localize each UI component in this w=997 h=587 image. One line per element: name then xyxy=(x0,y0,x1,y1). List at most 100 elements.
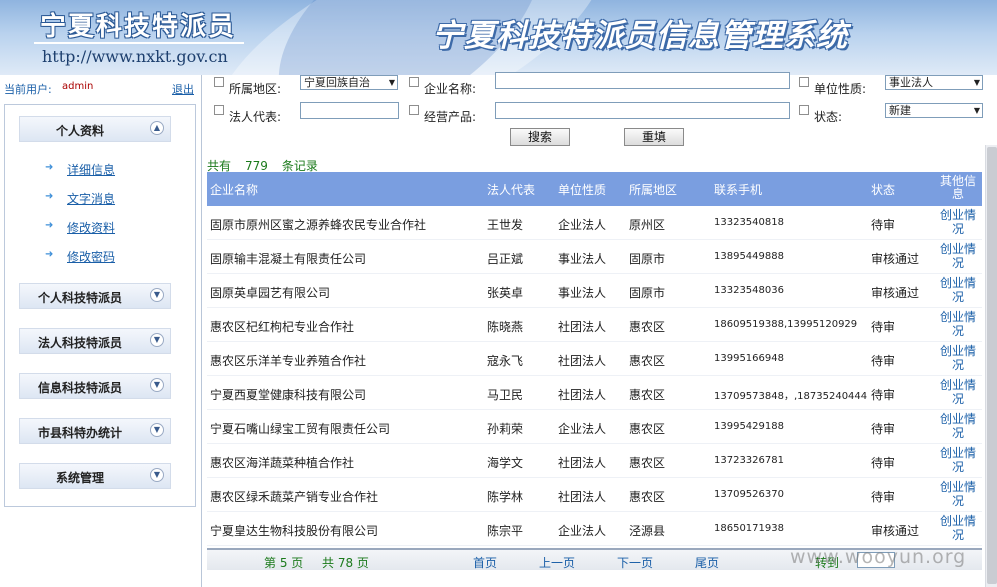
dropdown-arrow-icon: ▼ xyxy=(388,78,395,87)
chevron-up-icon[interactable]: ▲ xyxy=(150,121,164,135)
cell-region: 惠农区 xyxy=(629,388,666,402)
legal-rep-checkbox[interactable] xyxy=(214,105,224,115)
company-checkbox[interactable] xyxy=(409,77,419,87)
status-checkbox[interactable] xyxy=(799,105,809,115)
vertical-scrollbar[interactable] xyxy=(985,145,997,587)
region-select[interactable]: 宁夏回族自治 ▼ xyxy=(300,75,398,90)
cell-unit-type: 社团法人 xyxy=(558,320,607,334)
cell-status: 审核通过 xyxy=(871,286,920,300)
col-region: 所属地区 xyxy=(629,183,678,197)
region-checkbox[interactable] xyxy=(214,77,224,87)
cell-region: 固原市 xyxy=(629,252,666,266)
cell-other-info-link[interactable]: 创业情况 xyxy=(938,412,978,440)
unit-type-select[interactable]: 事业法人 ▼ xyxy=(885,75,983,90)
cell-other-info-link[interactable]: 创业情况 xyxy=(938,480,978,508)
sidebar-section-label: 信息科技特派员 xyxy=(37,381,122,395)
cell-region: 惠农区 xyxy=(629,320,666,334)
cell-other-info-link[interactable]: 创业情况 xyxy=(938,344,978,372)
status-select[interactable]: 新建 ▼ xyxy=(885,103,983,118)
chevron-down-icon[interactable]: ▼ xyxy=(150,333,164,347)
cell-legal-rep: 陈学林 xyxy=(487,490,524,504)
main-panel: 所属地区: 宁夏回族自治 ▼ 企业名称: 单位性质: 事业法人 ▼ 法人代表: 经营… xyxy=(201,72,997,587)
cell-legal-rep: 王世发 xyxy=(487,218,524,232)
product-label: 经营产品: xyxy=(424,110,477,124)
cell-region: 惠农区 xyxy=(629,422,666,436)
chevron-down-icon[interactable]: ▼ xyxy=(150,378,164,392)
sidebar-item-label[interactable]: 详细信息 xyxy=(67,161,115,178)
sidebar-item-label[interactable]: 修改密码 xyxy=(67,248,115,265)
cell-mobile: 18609519388,13995120929 xyxy=(714,319,858,330)
chevron-down-icon[interactable]: ▼ xyxy=(150,423,164,437)
cell-status: 待审 xyxy=(871,422,896,436)
current-page: 第 5 页 xyxy=(264,556,304,570)
cell-legal-rep: 海学文 xyxy=(487,456,524,470)
sidebar-section-label: 个人科技特派员 xyxy=(37,291,122,305)
record-count: 779 xyxy=(245,159,268,173)
cell-status: 审核通过 xyxy=(871,252,920,266)
col-other-info: 其他信息 xyxy=(939,174,976,201)
cell-legal-rep: 吕正斌 xyxy=(487,252,524,266)
table-row: 惠农区乐洋羊专业养殖合作社 寇永飞 社团法人 惠农区 13995166948 待审 创业情况 xyxy=(207,342,982,376)
cell-company-name: 宁夏西夏堂健康科技有限公司 xyxy=(210,388,367,402)
unit-type-checkbox[interactable] xyxy=(799,77,809,87)
sidebar-section-legal-envoy[interactable]: 法人科技特派员 ▼ xyxy=(19,328,171,354)
scrollbar-thumb[interactable] xyxy=(987,147,997,584)
cell-mobile: 13709573848，,18735240444 xyxy=(714,391,868,402)
sidebar-section-label: 法人科技特派员 xyxy=(37,336,122,350)
sidebar-section-city-stats[interactable]: 市县科特办统计 ▼ xyxy=(19,418,171,444)
cell-unit-type: 社团法人 xyxy=(558,456,607,470)
cell-other-info-link[interactable]: 创业情况 xyxy=(938,378,978,406)
col-status: 状态 xyxy=(871,183,896,197)
search-button[interactable]: 搜索 xyxy=(510,128,570,146)
cell-company-name: 固原输丰混凝土有限责任公司 xyxy=(210,252,367,266)
cell-status: 待审 xyxy=(871,354,896,368)
sidebar-section-system-admin[interactable]: 系统管理 ▼ xyxy=(19,463,171,489)
last-page-link[interactable]: 尾页 xyxy=(695,554,719,571)
cell-unit-type: 企业法人 xyxy=(558,422,607,436)
sidebar-section-profile[interactable]: 个人资料 ▲ xyxy=(19,116,171,142)
cell-mobile: 13995429188 xyxy=(714,421,784,432)
company-input[interactable] xyxy=(495,72,790,89)
logout-link[interactable]: 退出 xyxy=(172,81,194,97)
cell-status: 待审 xyxy=(871,456,896,470)
next-page-link[interactable]: 下一页 xyxy=(617,554,653,571)
legal-rep-label: 法人代表: xyxy=(229,110,282,124)
cell-unit-type: 社团法人 xyxy=(558,388,607,402)
cell-other-info-link[interactable]: 创业情况 xyxy=(938,514,978,542)
sidebar-item-label[interactable]: 修改资料 xyxy=(67,219,115,236)
reset-button[interactable]: 重填 xyxy=(624,128,684,146)
prev-page-link[interactable]: 上一页 xyxy=(539,554,575,571)
col-unit-type: 单位性质 xyxy=(558,183,607,197)
cell-other-info-link[interactable]: 创业情况 xyxy=(938,310,978,338)
cell-region: 原州区 xyxy=(629,218,666,232)
watermark: www.wooyun.org xyxy=(790,546,967,568)
cell-mobile: 13895449888 xyxy=(714,251,784,262)
sidebar-section-label: 系统管理 xyxy=(55,471,104,485)
col-legal-rep: 法人代表 xyxy=(487,183,536,197)
cell-company-name: 惠农区海洋蔬菜种植合作社 xyxy=(210,456,355,470)
cell-mobile: 13709526370 xyxy=(714,489,784,500)
sidebar-section-personal-envoy[interactable]: 个人科技特派员 ▼ xyxy=(19,283,171,309)
unit-type-label: 单位性质: xyxy=(814,82,867,96)
cell-company-name: 固原市原州区蜜之源养蜂农民专业合作社 xyxy=(210,218,427,232)
cell-other-info-link[interactable]: 创业情况 xyxy=(938,446,978,474)
product-checkbox[interactable] xyxy=(409,105,419,115)
sidebar-item-label[interactable]: 文字消息 xyxy=(67,190,115,207)
cell-other-info-link[interactable]: 创业情况 xyxy=(938,276,978,304)
product-input[interactable] xyxy=(495,102,790,119)
legal-rep-input[interactable] xyxy=(300,102,399,119)
sidebar-section-info-envoy[interactable]: 信息科技特派员 ▼ xyxy=(19,373,171,399)
cell-other-info-link[interactable]: 创业情况 xyxy=(938,242,978,270)
first-page-link[interactable]: 首页 xyxy=(473,554,497,571)
sidebar: 个人资料 ▲ ➜ 详细信息 ➜ 文字消息 ➜ 修改资料 ➜ 修改密码 个人科技特… xyxy=(4,104,196,507)
cell-other-info-link[interactable]: 创业情况 xyxy=(938,208,978,236)
cell-region: 惠农区 xyxy=(629,490,666,504)
logo-divider xyxy=(34,42,244,44)
status-label: 状态: xyxy=(814,110,843,124)
cell-legal-rep: 张英卓 xyxy=(487,286,524,300)
chevron-down-icon[interactable]: ▼ xyxy=(150,468,164,482)
arrow-right-icon: ➜ xyxy=(45,220,54,231)
cell-legal-rep: 寇永飞 xyxy=(487,354,524,368)
chevron-down-icon[interactable]: ▼ xyxy=(150,288,164,302)
cell-legal-rep: 陈宗平 xyxy=(487,524,524,538)
